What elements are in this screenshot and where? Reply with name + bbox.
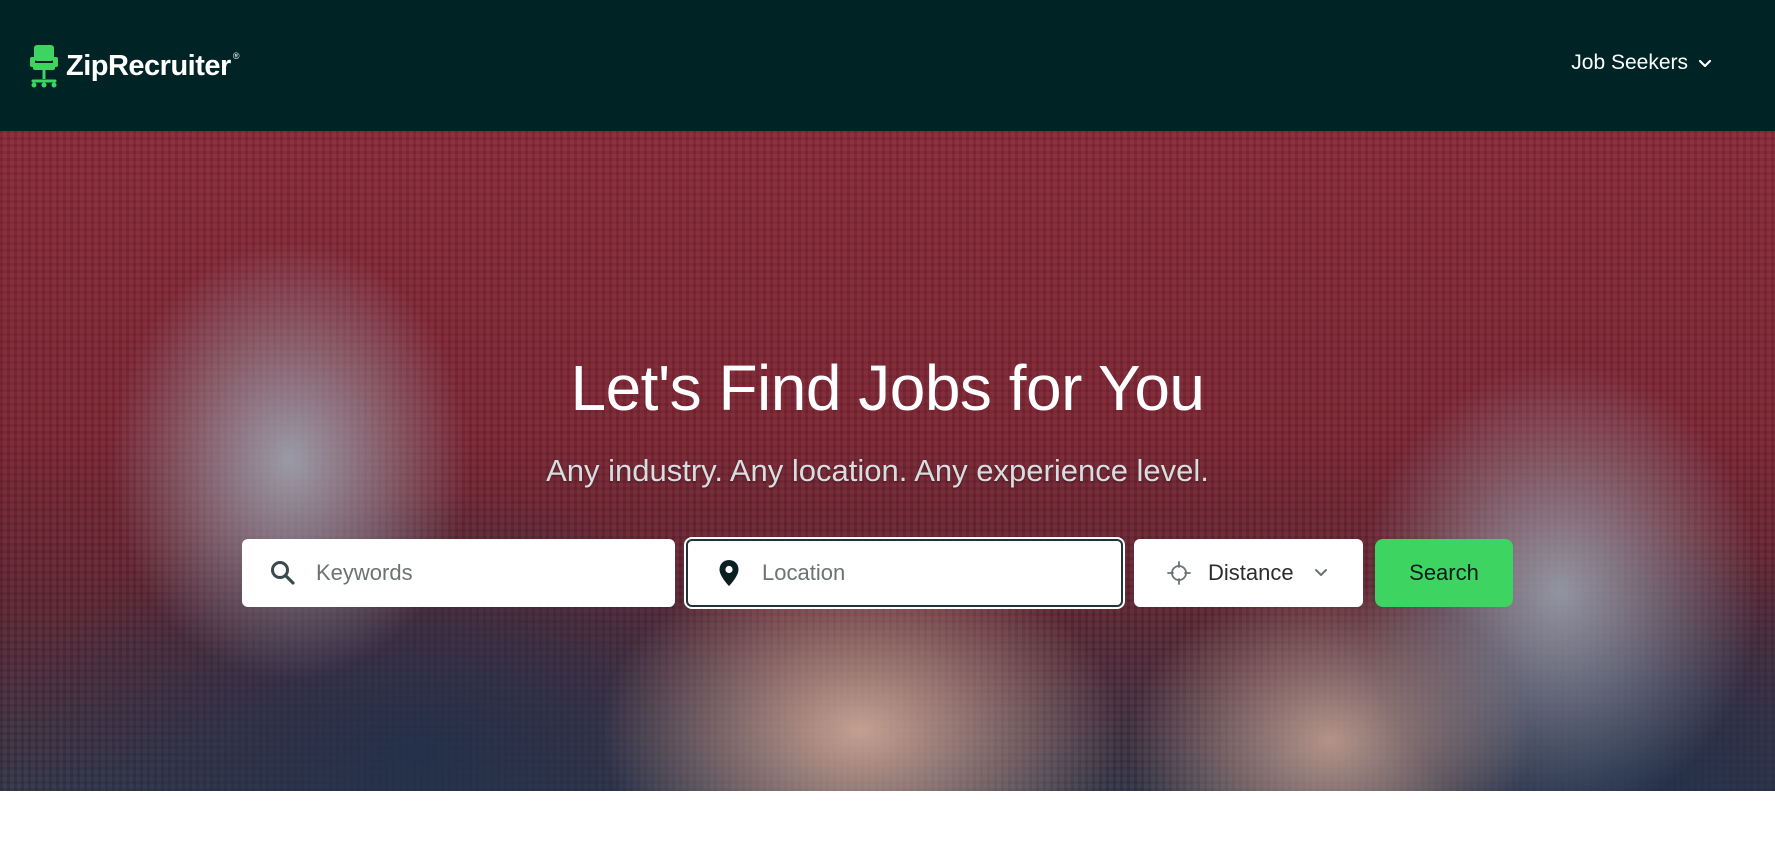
location-field[interactable] xyxy=(686,539,1123,607)
job-seekers-menu[interactable]: Job Seekers xyxy=(1571,48,1712,78)
registered-mark: ® xyxy=(232,51,240,61)
location-input[interactable] xyxy=(762,541,1121,605)
keywords-field[interactable] xyxy=(242,539,675,607)
map-pin-icon xyxy=(714,558,744,588)
ziprecruiter-logo[interactable]: ZipRecruiter ® xyxy=(30,42,245,90)
crosshair-icon xyxy=(1164,558,1194,588)
hero-title: Let's Find Jobs for You xyxy=(570,352,1205,424)
search-button[interactable]: Search xyxy=(1375,539,1513,607)
distance-select[interactable]: Distance xyxy=(1134,539,1363,607)
job-seekers-label: Job Seekers xyxy=(1571,51,1688,74)
chevron-down-icon xyxy=(1314,568,1328,578)
hero-subtitle: Any industry. Any location. Any experien… xyxy=(546,453,1209,488)
keywords-input[interactable] xyxy=(316,539,675,607)
top-navigation-bar: ZipRecruiter ® Job Seekers xyxy=(0,0,1775,131)
distance-label: Distance xyxy=(1208,560,1294,585)
chevron-down-icon xyxy=(1698,51,1712,75)
hero-section: Let's Find Jobs for You Any industry. An… xyxy=(0,131,1775,791)
logo-text: ZipRecruiter xyxy=(66,49,231,82)
search-icon xyxy=(268,558,298,588)
chair-icon xyxy=(30,43,58,89)
